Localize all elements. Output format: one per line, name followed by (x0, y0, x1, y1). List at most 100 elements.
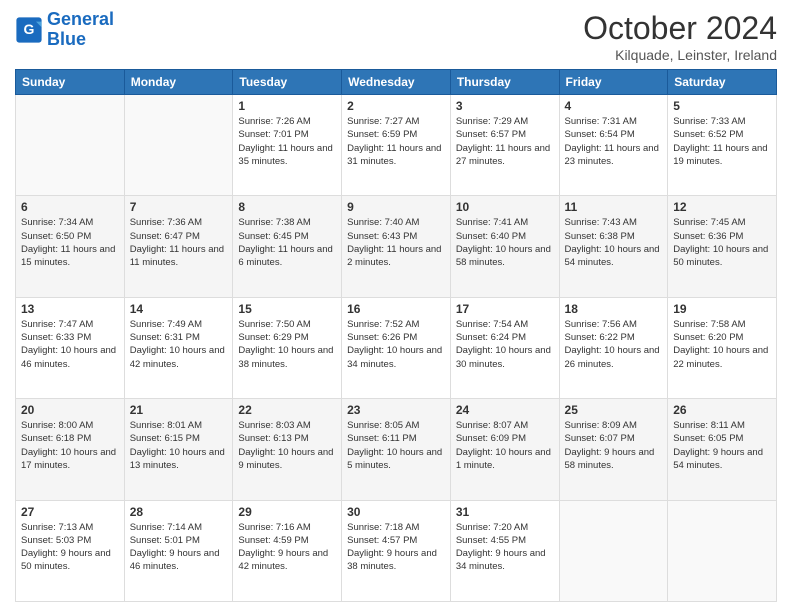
subtitle: Kilquade, Leinster, Ireland (583, 47, 777, 63)
day-number: 7 (130, 200, 228, 214)
day-info: Sunrise: 7:41 AM Sunset: 6:40 PM Dayligh… (456, 216, 554, 269)
day-number: 19 (673, 302, 771, 316)
day-info: Sunrise: 7:14 AM Sunset: 5:01 PM Dayligh… (130, 521, 228, 574)
day-number: 6 (21, 200, 119, 214)
day-number: 9 (347, 200, 445, 214)
day-number: 27 (21, 505, 119, 519)
day-info: Sunrise: 7:52 AM Sunset: 6:26 PM Dayligh… (347, 318, 445, 371)
day-number: 3 (456, 99, 554, 113)
day-number: 26 (673, 403, 771, 417)
calendar-cell: 3Sunrise: 7:29 AM Sunset: 6:57 PM Daylig… (450, 95, 559, 196)
calendar-cell (668, 500, 777, 601)
calendar-cell: 8Sunrise: 7:38 AM Sunset: 6:45 PM Daylig… (233, 196, 342, 297)
day-info: Sunrise: 7:18 AM Sunset: 4:57 PM Dayligh… (347, 521, 445, 574)
day-info: Sunrise: 7:13 AM Sunset: 5:03 PM Dayligh… (21, 521, 119, 574)
calendar-cell: 19 Sunrise: 7:58 AM Sunset: 6:20 PM Dayli… (668, 297, 777, 398)
main-title: October 2024 (583, 10, 777, 47)
day-number: 17 (456, 302, 554, 316)
calendar-cell: 5 Sunrise: 7:33 AM Sunset: 6:52 PM Daylig… (668, 95, 777, 196)
day-number: 20 (21, 403, 119, 417)
svg-text:G: G (24, 21, 35, 37)
day-number: 18 (565, 302, 663, 316)
calendar-cell: 26Sunrise: 8:11 AM Sunset: 6:05 PM Dayli… (668, 399, 777, 500)
calendar-cell: 13Sunrise: 7:47 AM Sunset: 6:33 PM Dayli… (16, 297, 125, 398)
calendar-cell: 30 Sunrise: 7:18 AM Sunset: 4:57 PM Dayli… (342, 500, 451, 601)
week-row-3: 13Sunrise: 7:47 AM Sunset: 6:33 PM Dayli… (16, 297, 777, 398)
day-info: Sunrise: 7:26 AM Sunset: 7:01 PM Dayligh… (238, 115, 336, 168)
day-header-tuesday: Tuesday (233, 70, 342, 95)
day-header-thursday: Thursday (450, 70, 559, 95)
calendar-table: SundayMondayTuesdayWednesdayThursdayFrid… (15, 69, 777, 602)
day-info: Sunrise: 7:49 AM Sunset: 6:31 PM Dayligh… (130, 318, 228, 371)
day-number: 4 (565, 99, 663, 113)
day-header-saturday: Saturday (668, 70, 777, 95)
day-number: 30 (347, 505, 445, 519)
week-row-2: 6Sunrise: 7:34 AM Sunset: 6:50 PM Daylig… (16, 196, 777, 297)
day-header-monday: Monday (124, 70, 233, 95)
calendar-cell: 4Sunrise: 7:31 AM Sunset: 6:54 PM Daylig… (559, 95, 668, 196)
logo-line1: General (47, 9, 114, 29)
day-number: 10 (456, 200, 554, 214)
calendar-cell: 24Sunrise: 8:07 AM Sunset: 6:09 PM Dayli… (450, 399, 559, 500)
day-number: 12 (673, 200, 771, 214)
week-row-1: 1Sunrise: 7:26 AM Sunset: 7:01 PM Daylig… (16, 95, 777, 196)
calendar-cell: 15 Sunrise: 7:50 AM Sunset: 6:29 PM Dayli… (233, 297, 342, 398)
logo-line2: Blue (47, 29, 86, 49)
calendar-cell: 29 Sunrise: 7:16 AM Sunset: 4:59 PM Dayli… (233, 500, 342, 601)
day-number: 23 (347, 403, 445, 417)
calendar-cell: 16Sunrise: 7:52 AM Sunset: 6:26 PM Dayli… (342, 297, 451, 398)
day-number: 22 (238, 403, 336, 417)
logo: G General Blue (15, 10, 114, 50)
day-info: Sunrise: 7:16 AM Sunset: 4:59 PM Dayligh… (238, 521, 336, 574)
calendar-cell (559, 500, 668, 601)
calendar-cell: 9Sunrise: 7:40 AM Sunset: 6:43 PM Daylig… (342, 196, 451, 297)
day-info: Sunrise: 7:50 AM Sunset: 6:29 PM Dayligh… (238, 318, 336, 371)
day-info: Sunrise: 7:56 AM Sunset: 6:22 PM Dayligh… (565, 318, 663, 371)
day-info: Sunrise: 7:20 AM Sunset: 4:55 PM Dayligh… (456, 521, 554, 574)
logo-icon: G (15, 16, 43, 44)
day-number: 2 (347, 99, 445, 113)
day-number: 25 (565, 403, 663, 417)
calendar-cell: 6Sunrise: 7:34 AM Sunset: 6:50 PM Daylig… (16, 196, 125, 297)
calendar-cell: 2 Sunrise: 7:27 AM Sunset: 6:59 PM Daylig… (342, 95, 451, 196)
day-number: 11 (565, 200, 663, 214)
day-header-friday: Friday (559, 70, 668, 95)
calendar-cell: 27 Sunrise: 7:13 AM Sunset: 5:03 PM Dayli… (16, 500, 125, 601)
day-info: Sunrise: 8:05 AM Sunset: 6:11 PM Dayligh… (347, 419, 445, 472)
header: G General Blue October 2024 Kilquade, Le… (15, 10, 777, 63)
calendar-cell: 28Sunrise: 7:14 AM Sunset: 5:01 PM Dayli… (124, 500, 233, 601)
day-info: Sunrise: 8:01 AM Sunset: 6:15 PM Dayligh… (130, 419, 228, 472)
header-row: SundayMondayTuesdayWednesdayThursdayFrid… (16, 70, 777, 95)
day-info: Sunrise: 7:58 AM Sunset: 6:20 PM Dayligh… (673, 318, 771, 371)
calendar-cell: 23 Sunrise: 8:05 AM Sunset: 6:11 PM Dayli… (342, 399, 451, 500)
page: G General Blue October 2024 Kilquade, Le… (0, 0, 792, 612)
calendar-cell: 14Sunrise: 7:49 AM Sunset: 6:31 PM Dayli… (124, 297, 233, 398)
day-number: 13 (21, 302, 119, 316)
week-row-5: 27 Sunrise: 7:13 AM Sunset: 5:03 PM Dayli… (16, 500, 777, 601)
calendar-cell: 7 Sunrise: 7:36 AM Sunset: 6:47 PM Daylig… (124, 196, 233, 297)
day-number: 15 (238, 302, 336, 316)
day-number: 21 (130, 403, 228, 417)
calendar-cell: 11 Sunrise: 7:43 AM Sunset: 6:38 PM Dayli… (559, 196, 668, 297)
day-info: Sunrise: 7:38 AM Sunset: 6:45 PM Dayligh… (238, 216, 336, 269)
day-number: 5 (673, 99, 771, 113)
calendar-cell: 20 Sunrise: 8:00 AM Sunset: 6:18 PM Dayli… (16, 399, 125, 500)
calendar-cell: 21 Sunrise: 8:01 AM Sunset: 6:15 PM Dayli… (124, 399, 233, 500)
logo-text: General Blue (47, 10, 114, 50)
day-number: 29 (238, 505, 336, 519)
calendar-cell: 25Sunrise: 8:09 AM Sunset: 6:07 PM Dayli… (559, 399, 668, 500)
day-info: Sunrise: 7:36 AM Sunset: 6:47 PM Dayligh… (130, 216, 228, 269)
calendar-cell: 12Sunrise: 7:45 AM Sunset: 6:36 PM Dayli… (668, 196, 777, 297)
day-info: Sunrise: 7:43 AM Sunset: 6:38 PM Dayligh… (565, 216, 663, 269)
day-info: Sunrise: 7:33 AM Sunset: 6:52 PM Dayligh… (673, 115, 771, 168)
day-info: Sunrise: 8:03 AM Sunset: 6:13 PM Dayligh… (238, 419, 336, 472)
day-info: Sunrise: 7:27 AM Sunset: 6:59 PM Dayligh… (347, 115, 445, 168)
calendar-cell: 17Sunrise: 7:54 AM Sunset: 6:24 PM Dayli… (450, 297, 559, 398)
day-header-wednesday: Wednesday (342, 70, 451, 95)
day-info: Sunrise: 8:00 AM Sunset: 6:18 PM Dayligh… (21, 419, 119, 472)
calendar-cell: 18 Sunrise: 7:56 AM Sunset: 6:22 PM Dayli… (559, 297, 668, 398)
calendar-cell: 31 Sunrise: 7:20 AM Sunset: 4:55 PM Dayli… (450, 500, 559, 601)
day-number: 31 (456, 505, 554, 519)
calendar-cell (124, 95, 233, 196)
day-info: Sunrise: 8:07 AM Sunset: 6:09 PM Dayligh… (456, 419, 554, 472)
